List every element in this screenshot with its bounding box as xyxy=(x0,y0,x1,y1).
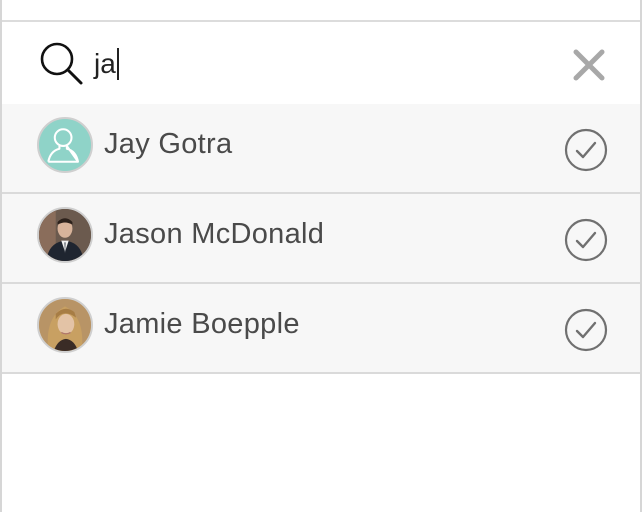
person-name: Jay Gotra xyxy=(104,128,233,160)
people-picker-panel: ja Jay Gotra Jason McDonald Jamie Boeppl… xyxy=(0,0,642,512)
person-photo xyxy=(39,209,91,261)
search-icon xyxy=(40,42,83,85)
person-name: Jason McDonald xyxy=(104,218,325,250)
check-circle-icon[interactable] xyxy=(562,306,610,354)
search-bar: ja xyxy=(2,22,640,106)
avatar xyxy=(37,297,93,353)
search-input[interactable]: ja xyxy=(94,44,514,84)
list-item[interactable]: Jay Gotra xyxy=(2,104,640,194)
check-circle-icon[interactable] xyxy=(562,216,610,264)
text-caret xyxy=(116,48,119,80)
list-item[interactable]: Jason McDonald xyxy=(2,194,640,284)
close-icon[interactable] xyxy=(572,48,606,82)
avatar xyxy=(37,207,93,263)
search-input-value: ja xyxy=(94,48,116,79)
person-name: Jamie Boepple xyxy=(104,308,300,340)
check-circle-icon[interactable] xyxy=(562,126,610,174)
top-divider xyxy=(2,0,640,22)
avatar xyxy=(37,117,93,173)
list-item[interactable]: Jamie Boepple xyxy=(2,284,640,374)
results-list: Jay Gotra Jason McDonald Jamie Boepple xyxy=(2,104,640,374)
person-photo xyxy=(39,299,91,351)
default-avatar-icon xyxy=(47,128,80,163)
